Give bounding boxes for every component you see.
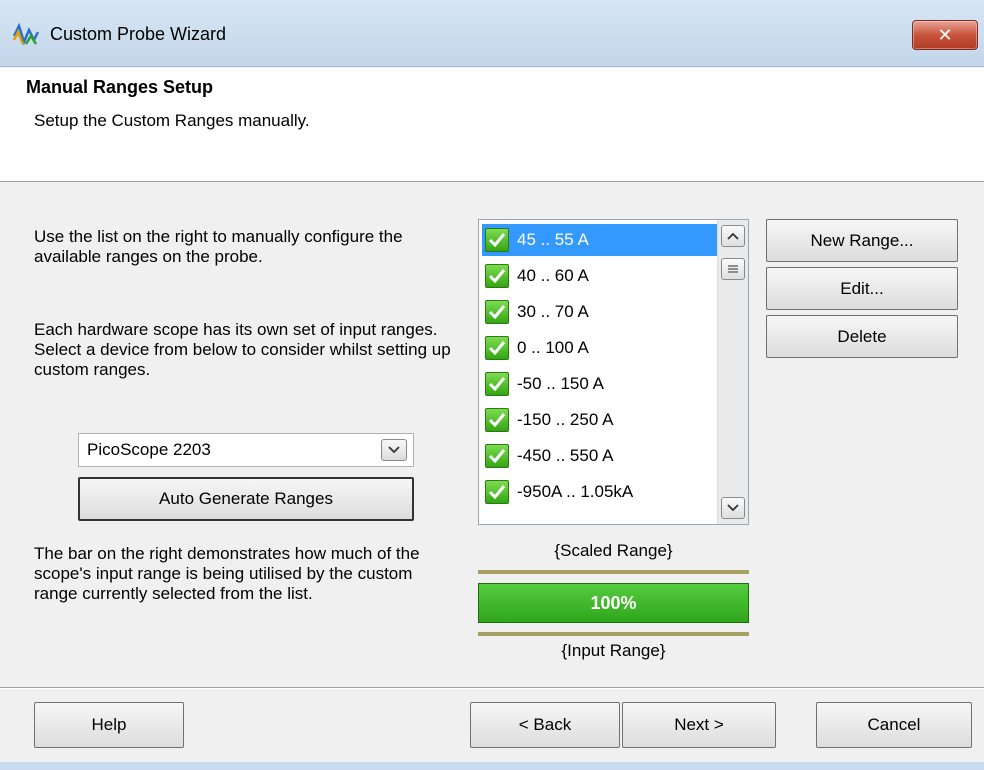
range-label: -150 .. 250 A (517, 410, 614, 429)
page-title: Manual Ranges Setup (26, 77, 214, 97)
back-button[interactable]: < Back (470, 702, 620, 748)
scroll-thumb[interactable] (721, 258, 745, 280)
delete-button[interactable]: Delete (766, 315, 958, 358)
close-button[interactable]: ✕ (912, 20, 978, 50)
range-label: -50 .. 150 A (517, 374, 604, 393)
range-label: -450 .. 550 A (517, 446, 614, 465)
ranges-list[interactable]: 45 .. 55 A 40 .. 60 A 30 .. 70 A 0 .. 10… (478, 219, 749, 525)
checkbox-checked-icon[interactable] (485, 336, 509, 360)
input-range-line (478, 632, 749, 636)
wizard-header: Manual Ranges Setup Setup the Custom Ran… (0, 68, 984, 182)
range-label: 30 .. 70 A (517, 302, 589, 321)
window-bottom-border (0, 762, 984, 770)
range-label: 40 .. 60 A (517, 266, 589, 285)
auto-generate-ranges-button[interactable]: Auto Generate Ranges (78, 477, 414, 521)
usage-percent: 100% (590, 592, 637, 613)
next-button[interactable]: Next > (622, 702, 776, 748)
grip-icon (728, 265, 738, 273)
list-item[interactable]: 0 .. 100 A (482, 332, 717, 364)
chevron-down-icon (727, 504, 739, 512)
scroll-down-button[interactable] (721, 497, 745, 519)
list-item[interactable]: 30 .. 70 A (482, 296, 717, 328)
cancel-button[interactable]: Cancel (816, 702, 972, 748)
edit-button[interactable]: Edit... (766, 267, 958, 310)
range-label: -950A .. 1.05kA (517, 482, 634, 501)
checkbox-checked-icon[interactable] (485, 372, 509, 396)
range-label: 0 .. 100 A (517, 338, 589, 357)
window-title: Custom Probe Wizard (50, 24, 227, 44)
scroll-up-button[interactable] (721, 225, 745, 247)
footer-divider-highlight (0, 688, 984, 689)
chevron-up-icon (727, 232, 739, 240)
instruction-paragraph-2: Each hardware scope has its own set of i… (34, 320, 451, 379)
chevron-down-icon[interactable] (381, 439, 407, 461)
range-label: 45 .. 55 A (517, 230, 589, 249)
help-button[interactable]: Help (34, 702, 184, 748)
scaled-range-line (478, 570, 749, 574)
device-select[interactable]: PicoScope 2203 (78, 433, 414, 467)
title-bar: Custom Probe Wizard ✕ (0, 0, 984, 67)
scaled-range-label: {Scaled Range} (554, 541, 673, 560)
page-subtitle: Setup the Custom Ranges manually. (34, 111, 310, 130)
list-item[interactable]: -450 .. 550 A (482, 440, 717, 472)
instruction-paragraph-1: Use the list on the right to manually co… (34, 227, 403, 266)
list-item[interactable]: 45 .. 55 A (482, 224, 717, 256)
device-select-value: PicoScope 2203 (87, 440, 211, 459)
close-icon: ✕ (937, 24, 953, 45)
wizard-window: Custom Probe Wizard ✕ Manual Ranges Setu… (0, 0, 984, 770)
checkbox-checked-icon[interactable] (485, 480, 509, 504)
new-range-button[interactable]: New Range... (766, 219, 958, 262)
instruction-paragraph-3: The bar on the right demonstrates how mu… (34, 544, 420, 603)
checkbox-checked-icon[interactable] (485, 228, 509, 252)
checkbox-checked-icon[interactable] (485, 408, 509, 432)
app-waveform-icon (12, 22, 40, 46)
checkbox-checked-icon[interactable] (485, 300, 509, 324)
usage-bar: 100% (478, 583, 749, 623)
checkbox-checked-icon[interactable] (485, 264, 509, 288)
list-item[interactable]: -50 .. 150 A (482, 368, 717, 400)
list-item[interactable]: -950A .. 1.05kA (482, 476, 717, 508)
list-item[interactable]: 40 .. 60 A (482, 260, 717, 292)
input-range-label: {Input Range} (561, 641, 666, 660)
list-scrollbar[interactable] (717, 220, 748, 524)
checkbox-checked-icon[interactable] (485, 444, 509, 468)
list-item[interactable]: -150 .. 250 A (482, 404, 717, 436)
